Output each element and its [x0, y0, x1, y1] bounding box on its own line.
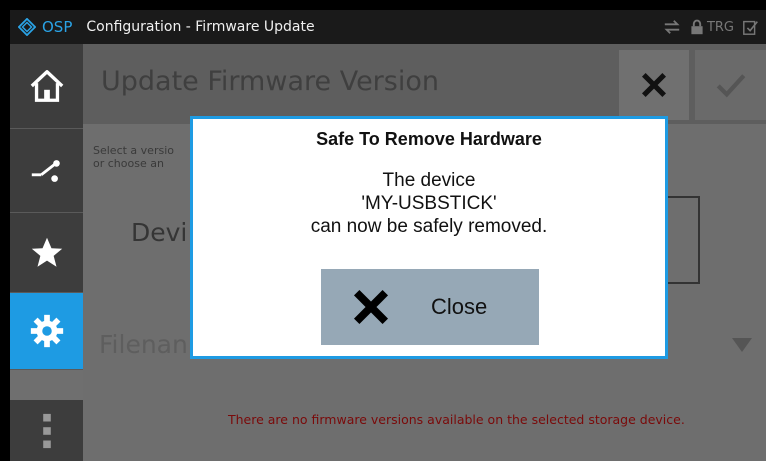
osp-logo: OSP	[18, 18, 72, 36]
error-message: There are no firmware versions available…	[228, 412, 685, 427]
dialog-message-line: 'MY-USBSTICK'	[361, 193, 497, 214]
filename-label: Filenan	[99, 330, 188, 359]
logo-text: OSP	[42, 18, 73, 36]
page-header: Update Firmware Version	[83, 44, 766, 124]
home-icon	[30, 70, 63, 102]
title-bar: OSP Configuration - Firmware Update TRG	[10, 10, 766, 44]
cancel-button[interactable]	[619, 50, 689, 120]
close-button[interactable]: Close	[321, 269, 539, 345]
sidebar-spacer	[10, 370, 83, 400]
chevron-down-icon	[732, 338, 752, 352]
confirm-button[interactable]	[695, 50, 766, 120]
page-title: Update Firmware Version	[101, 66, 439, 97]
sidebar-item-more[interactable]	[10, 400, 83, 461]
sidebar-item-connections[interactable]	[10, 129, 83, 213]
window-title: Configuration - Firmware Update	[86, 19, 315, 35]
lock-icon	[691, 19, 703, 35]
status-area: TRG	[663, 10, 760, 44]
sidebar	[10, 44, 83, 461]
sidebar-item-home[interactable]	[10, 44, 83, 129]
dialog-message: The device 'MY-USBSTICK' can now be safe…	[193, 169, 665, 238]
dialog-title: Safe To Remove Hardware	[316, 129, 542, 149]
close-icon	[353, 289, 389, 325]
dialog-message-line: can now be safely removed.	[310, 216, 548, 237]
trg-status: TRG	[706, 19, 734, 35]
transfer-arrows-icon	[664, 20, 680, 34]
sidebar-item-settings[interactable]	[10, 293, 83, 370]
checkmark-icon	[716, 74, 745, 98]
window-check-icon	[743, 20, 758, 35]
safe-remove-dialog: Safe To Remove Hardware The device 'MY-U…	[190, 116, 668, 359]
device-label: Devi	[131, 218, 188, 247]
sidebar-item-favorites[interactable]	[10, 213, 83, 293]
dialog-message-line: The device	[382, 170, 476, 191]
star-icon	[31, 237, 62, 267]
close-icon	[641, 72, 667, 98]
osp-logo-icon	[18, 18, 36, 36]
connections-icon	[31, 159, 60, 182]
gear-icon	[30, 314, 63, 348]
more-icon	[42, 413, 51, 448]
close-button-label: Close	[431, 294, 488, 319]
screen: OSP Configuration - Firmware Update TRG	[10, 10, 766, 461]
